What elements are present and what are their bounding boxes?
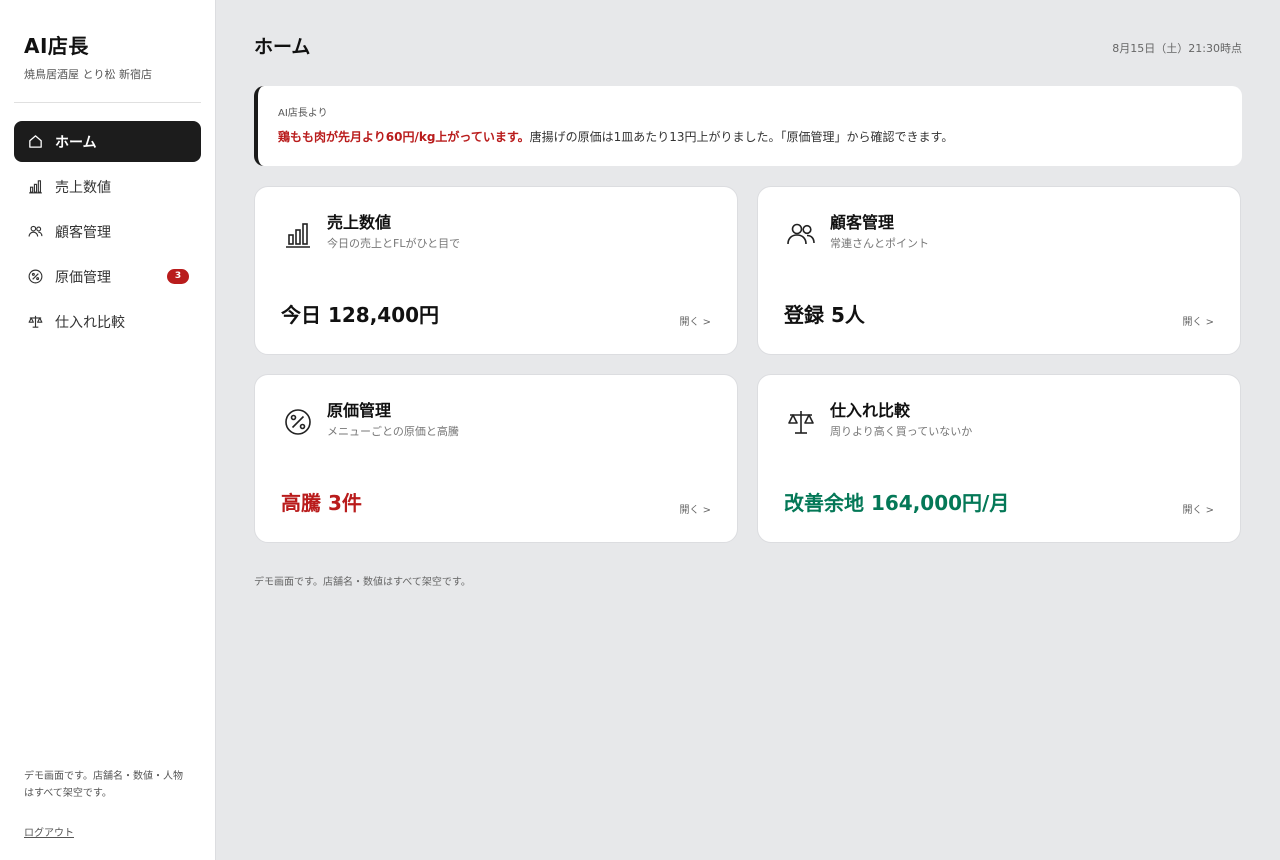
sidebar-item-customers[interactable]: 顧客管理 bbox=[14, 211, 201, 252]
sidebar-item-sales[interactable]: 売上数値 bbox=[14, 166, 201, 207]
card-title: 仕入れ比較 bbox=[830, 401, 911, 420]
sidebar-item-purchase[interactable]: 仕入れ比較 bbox=[14, 301, 201, 342]
logout-link[interactable]: ログアウト bbox=[24, 824, 74, 839]
scale-icon bbox=[26, 313, 44, 331]
store-name: 焼鳥居酒屋 とり松 新宿店 bbox=[24, 68, 152, 81]
card-header: 原価管理 メニューごとの原価と高騰 bbox=[281, 399, 711, 439]
open-link[interactable]: 開く > bbox=[1182, 313, 1214, 328]
open-link[interactable]: 開く > bbox=[679, 501, 711, 516]
scale-icon bbox=[784, 405, 818, 439]
card-customers[interactable]: 顧客管理 常連さんとポイント 登録 5人 開く > bbox=[757, 186, 1241, 355]
page-title: ホーム bbox=[254, 36, 311, 58]
percent-icon bbox=[26, 268, 44, 286]
card-title: 顧客管理 bbox=[830, 213, 895, 232]
card-header: 売上数値 今日の売上とFLがひと目で bbox=[281, 211, 711, 251]
notice-body: 唐揚げの原価は1皿あたり13円上がりました。「原価管理」から確認できます。 bbox=[529, 130, 954, 144]
sidebar-item-label: 原価管理 bbox=[55, 269, 111, 286]
card-subtitle: 周りより高く買っていないか bbox=[830, 425, 973, 438]
sidebar-item-label: ホーム bbox=[55, 134, 97, 151]
card-value: 改善余地 164,000円/月 bbox=[784, 491, 1010, 515]
card-cost[interactable]: 原価管理 メニューごとの原価と高騰 高騰 3件 開く > bbox=[254, 374, 738, 543]
demo-note: デモ画面です。店舗名・数値・人物はすべて架空です。 bbox=[24, 771, 183, 799]
bar-chart-icon bbox=[281, 217, 315, 251]
card-purchase[interactable]: 仕入れ比較 周りより高く買っていないか 改善余地 164,000円/月 開く > bbox=[757, 374, 1241, 543]
users-icon bbox=[784, 217, 818, 251]
card-title: 原価管理 bbox=[327, 401, 392, 420]
sidebar: AI店長 焼鳥居酒屋 とり松 新宿店 ホーム 売上数値 顧客管理 原価管理 3 … bbox=[0, 0, 216, 860]
card-header: 顧客管理 常連さんとポイント bbox=[784, 211, 1214, 251]
timestamp: 8月15日（土）21:30時点 bbox=[1112, 42, 1242, 55]
notice-text: 鶏もも肉が先月より60円/kg上がっています。唐揚げの原価は1皿あたり13円上が… bbox=[278, 128, 1222, 145]
sidebar-item-label: 売上数値 bbox=[55, 179, 111, 196]
card-grid: 売上数値 今日の売上とFLがひと目で 今日 128,400円 開く > 顧客管理… bbox=[254, 186, 1242, 543]
card-subtitle: 今日の売上とFLがひと目で bbox=[327, 237, 461, 250]
main-content: ホーム 8月15日（土）21:30時点 AI店長より 鶏もも肉が先月より60円/… bbox=[216, 0, 1280, 860]
card-value: 今日 128,400円 bbox=[281, 303, 440, 327]
ai-notice: AI店長より 鶏もも肉が先月より60円/kg上がっています。唐揚げの原価は1皿あ… bbox=[254, 86, 1242, 166]
card-text: 売上数値 今日の売上とFLがひと目で bbox=[327, 211, 460, 251]
card-subtitle: 常連さんとポイント bbox=[830, 237, 929, 250]
card-subtitle: メニューごとの原価と高騰 bbox=[327, 425, 459, 438]
percent-icon bbox=[281, 405, 315, 439]
app-root: AI店長 焼鳥居酒屋 とり松 新宿店 ホーム 売上数値 顧客管理 原価管理 3 … bbox=[0, 0, 1280, 860]
sidebar-item-cost[interactable]: 原価管理 3 bbox=[14, 256, 201, 297]
card-text: 原価管理 メニューごとの原価と高騰 bbox=[327, 399, 459, 439]
notification-badge: 3 bbox=[167, 269, 189, 284]
card-sales[interactable]: 売上数値 今日の売上とFLがひと目で 今日 128,400円 開く > bbox=[254, 186, 738, 355]
card-header: 仕入れ比較 周りより高く買っていないか bbox=[784, 399, 1214, 439]
sidebar-nav: ホーム 売上数値 顧客管理 原価管理 3 仕入れ比較 bbox=[0, 121, 215, 342]
sidebar-item-label: 仕入れ比較 bbox=[55, 314, 125, 331]
brand: AI店長 焼鳥居酒屋 とり松 新宿店 bbox=[0, 0, 215, 82]
card-value: 登録 5人 bbox=[784, 303, 865, 327]
page-header: ホーム 8月15日（土）21:30時点 bbox=[254, 0, 1242, 86]
sidebar-footer: デモ画面です。店舗名・数値・人物はすべて架空です。 ログアウト bbox=[24, 768, 191, 840]
users-icon bbox=[26, 223, 44, 241]
notice-highlight: 鶏もも肉が先月より60円/kg上がっています。 bbox=[278, 130, 530, 144]
sidebar-item-home[interactable]: ホーム bbox=[14, 121, 201, 162]
notice-label: AI店長より bbox=[278, 108, 328, 119]
bar-chart-icon bbox=[26, 178, 44, 196]
card-text: 顧客管理 常連さんとポイント bbox=[830, 211, 929, 251]
card-text: 仕入れ比較 周りより高く買っていないか bbox=[830, 399, 972, 439]
open-link[interactable]: 開く > bbox=[679, 313, 711, 328]
card-title: 売上数値 bbox=[327, 213, 392, 232]
home-icon bbox=[26, 133, 44, 151]
open-link[interactable]: 開く > bbox=[1182, 501, 1214, 516]
sidebar-item-label: 顧客管理 bbox=[55, 224, 111, 241]
footnote: デモ画面です。店舗名・数値はすべて架空です。 bbox=[254, 577, 471, 588]
app-title: AI店長 bbox=[24, 34, 89, 58]
card-value: 高騰 3件 bbox=[281, 491, 362, 515]
sidebar-divider bbox=[14, 102, 201, 103]
